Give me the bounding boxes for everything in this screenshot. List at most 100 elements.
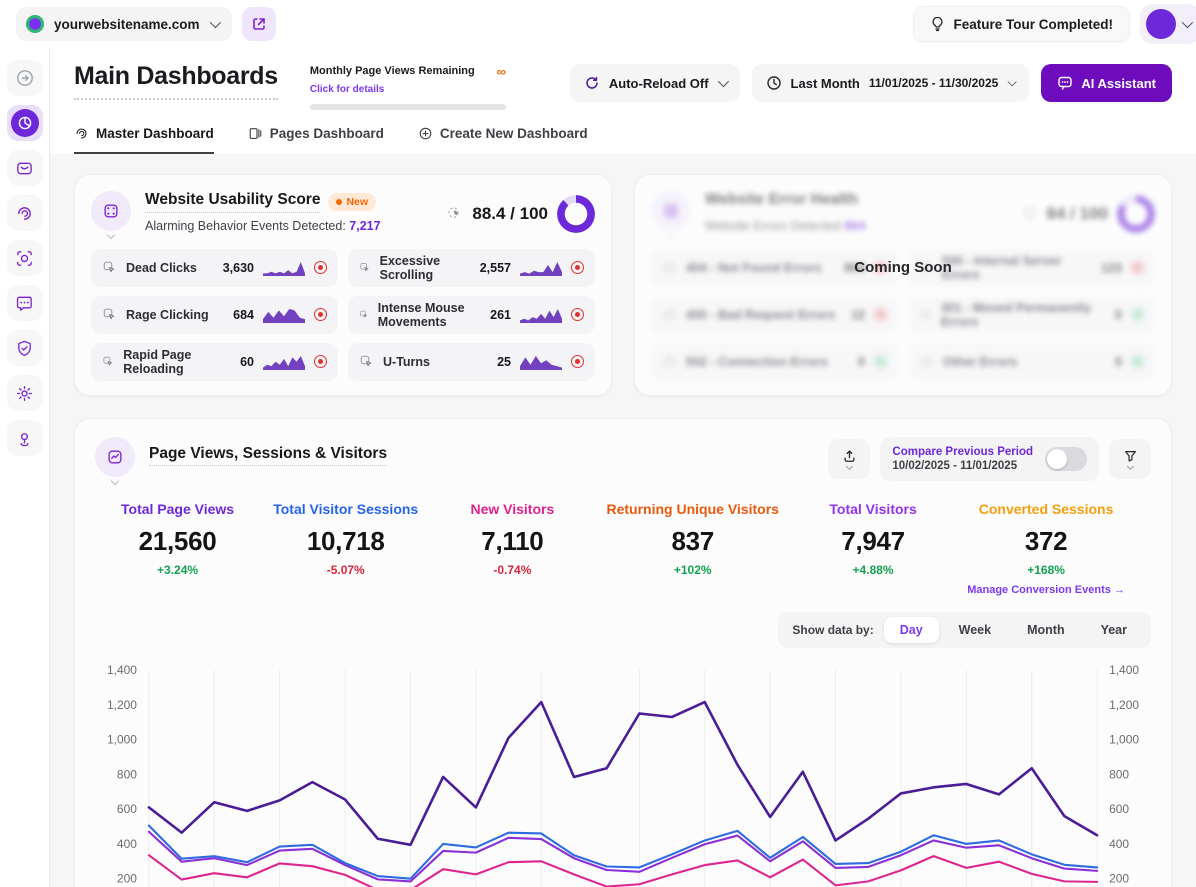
sidebar-item-feedback[interactable] <box>7 285 43 321</box>
user-menu[interactable] <box>1140 4 1196 44</box>
sidebar-collapse-button[interactable] <box>7 60 43 96</box>
kpi-stat[interactable]: Converted Sessions372+168%Manage Convers… <box>967 501 1125 596</box>
clock-icon <box>766 75 782 91</box>
metric-row[interactable]: 400 - Bad Request Errors12 <box>651 296 898 334</box>
page-title: Main Dashboards <box>74 62 278 100</box>
usability-metric-list: Dead Clicks3,630 Excessive Scrolling2,557… <box>91 249 595 381</box>
quota-widget[interactable]: Monthly Page Views Remaining Click for d… <box>310 62 506 110</box>
mail-icon <box>15 159 34 178</box>
export-icon <box>842 449 857 463</box>
dashboard-tabs: Master Dashboard Pages Dashboard Create … <box>50 110 1196 154</box>
gear-icon <box>15 384 34 403</box>
chart-svg: 002002004004006006008008001,0001,0001,20… <box>95 654 1151 887</box>
tab-pages-dashboard[interactable]: Pages Dashboard <box>248 126 384 154</box>
avatar <box>1146 9 1176 39</box>
filter-funnel-icon <box>1123 449 1138 463</box>
kpi-value: 372 <box>967 526 1125 557</box>
granularity-year[interactable]: Year <box>1085 617 1143 643</box>
metric-label: Rage Clicking <box>126 308 209 322</box>
tab-label: Pages Dashboard <box>270 126 384 141</box>
auto-reload-label: Auto-Reload Off <box>609 76 709 91</box>
metric-row[interactable]: Rapid Page Reloading 60 <box>91 343 338 381</box>
metric-sparkline <box>263 261 305 276</box>
metric-label: Intense Mouse Movements <box>378 301 481 329</box>
metric-status-icon <box>1131 308 1144 321</box>
show-data-by-label: Show data by: <box>792 623 873 637</box>
metric-status-icon <box>571 355 584 368</box>
quota-details-link[interactable]: Click for details <box>310 84 384 95</box>
metric-row[interactable]: Intense Mouse Movements 261 <box>348 296 595 334</box>
svg-text:800: 800 <box>117 767 137 781</box>
ai-assistant-button[interactable]: AI Assistant <box>1041 64 1172 102</box>
sidebar-item-dashboards[interactable] <box>7 105 43 141</box>
error-cloud-icon <box>919 354 934 369</box>
error-grid-icon <box>662 202 680 220</box>
kpi-stat[interactable]: Total Visitors7,947+4.88% <box>818 501 928 596</box>
granularity-week[interactable]: Week <box>943 617 1007 643</box>
tab-create-new-dashboard[interactable]: Create New Dashboard <box>418 126 588 154</box>
behavior-cursor-icon <box>359 307 369 322</box>
granularity-day[interactable]: Day <box>884 617 939 643</box>
site-name: yourwebsitename.com <box>54 17 200 32</box>
auto-reload-selector[interactable]: Auto-Reload Off <box>570 64 740 102</box>
kpi-delta: -0.74% <box>457 563 567 577</box>
metric-row[interactable]: U-Turns25 <box>348 343 595 381</box>
external-link-icon <box>251 16 267 32</box>
svg-text:200: 200 <box>1109 871 1129 885</box>
metric-value: 261 <box>490 308 511 322</box>
metric-row[interactable]: 502 - Connection Errors0 <box>651 343 898 381</box>
sidebar-item-recordings[interactable] <box>7 195 43 231</box>
chevron-down-icon <box>717 76 728 87</box>
usability-card-icon[interactable] <box>91 191 131 231</box>
error-score-donut <box>1117 195 1155 233</box>
compare-label: Compare Previous Period <box>892 446 1033 458</box>
kpi-stat[interactable]: New Visitors7,110-0.74% <box>457 501 567 596</box>
site-selector[interactable]: yourwebsitename.com <box>16 7 232 41</box>
kpi-stat[interactable]: Total Page Views21,560+3.24% <box>121 501 234 596</box>
metric-row[interactable]: Rage Clicking684 <box>91 296 338 334</box>
metric-label: U-Turns <box>383 355 430 369</box>
usability-subtitle: Alarming Behavior Events Detected: 7,217 <box>145 219 381 233</box>
metric-row[interactable]: Excessive Scrolling2,557 <box>348 249 595 287</box>
chart-card-title: Page Views, Sessions & Visitors <box>149 445 387 466</box>
feature-tour-button[interactable]: Feature Tour Completed! <box>913 6 1130 42</box>
top-bar: yourwebsitename.com Feature Tour Complet… <box>0 0 1196 48</box>
metric-label: Rapid Page Reloading <box>123 348 231 376</box>
kpi-delta: +102% <box>607 563 779 577</box>
compare-toggle[interactable] <box>1045 447 1087 471</box>
manage-conversion-events-link[interactable]: Manage Conversion Events → <box>967 584 1125 596</box>
kpi-stat[interactable]: Total Visitor Sessions10,718-5.07% <box>273 501 418 596</box>
granularity-month[interactable]: Month <box>1011 617 1080 643</box>
behavior-cursor-icon <box>102 307 117 322</box>
site-logo-icon <box>26 15 44 33</box>
kpi-label: Total Page Views <box>121 501 234 517</box>
sidebar-item-tracking-setup[interactable] <box>7 420 43 456</box>
shield-check-icon <box>15 339 34 358</box>
chevron-down-icon <box>1008 77 1017 86</box>
export-button[interactable] <box>828 439 870 479</box>
metric-row[interactable]: 301 - Moved Permanently Errors0 <box>908 296 1155 334</box>
error-cloud-icon <box>919 307 932 322</box>
svg-text:400: 400 <box>117 837 137 851</box>
sidebar-item-privacy[interactable] <box>7 330 43 366</box>
kpi-stat[interactable]: Returning Unique Visitors837+102% <box>607 501 779 596</box>
metric-value: 60 <box>240 355 254 369</box>
period-label: Last Month <box>791 76 860 91</box>
chart-card-icon[interactable] <box>95 437 135 477</box>
sidebar-item-settings[interactable] <box>7 375 43 411</box>
open-site-button[interactable] <box>242 7 276 41</box>
alarming-events-count[interactable]: 7,217 <box>349 219 380 233</box>
sidebar-item-inbox[interactable] <box>7 150 43 186</box>
sidebar-item-heatmaps[interactable] <box>7 240 43 276</box>
feature-tour-label: Feature Tour Completed! <box>953 17 1113 32</box>
score-cursor-icon <box>446 205 463 222</box>
kpi-delta: +4.88% <box>818 563 928 577</box>
kpi-value: 7,110 <box>457 526 567 557</box>
metric-row[interactable]: Other Errors0 <box>908 343 1155 381</box>
tab-master-dashboard[interactable]: Master Dashboard <box>74 126 214 154</box>
date-range-selector[interactable]: Last Month 11/01/2025 - 11/30/2025 <box>752 64 1030 102</box>
filter-button[interactable] <box>1109 439 1151 479</box>
metric-row[interactable]: Dead Clicks3,630 <box>91 249 338 287</box>
svg-text:600: 600 <box>1109 802 1129 816</box>
arrow-right-circle-icon <box>15 68 35 88</box>
